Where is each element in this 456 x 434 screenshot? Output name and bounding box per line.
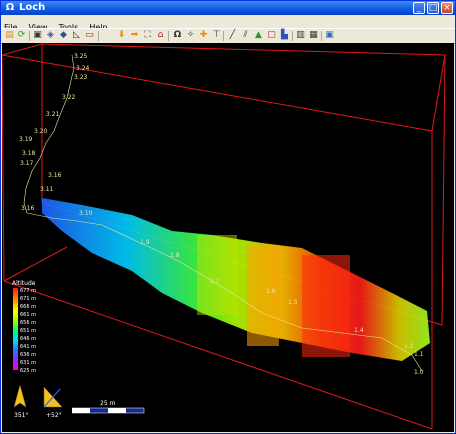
3d-viewport[interactable]: 3.25 3.24 3.23 3.22 3.21 3.20 3.19 3.18 … [2, 43, 454, 432]
legend-value: 631 m [20, 360, 37, 366]
legend-value: 646 m [20, 336, 37, 342]
legend-value: 671 m [20, 296, 37, 302]
star-icon[interactable]: ✧ [185, 30, 196, 41]
legend-title: Altitude [12, 280, 36, 287]
toolbar-separator [29, 31, 30, 41]
arrow-down-icon[interactable]: ⬇ [116, 30, 127, 41]
cave-render [2, 43, 446, 430]
scale-bar [72, 407, 145, 414]
station-label: 3.19 [19, 136, 33, 143]
legend-value: 656 m [20, 320, 37, 326]
legend-value: 636 m [20, 352, 37, 358]
toolbar-separator [168, 31, 169, 41]
home-icon[interactable]: ⌂ [155, 30, 166, 41]
minimize-icon[interactable]: _ [413, 2, 425, 14]
window-title: Loch [19, 2, 46, 13]
terrain-icon[interactable]: ▲ [253, 30, 264, 41]
info-icon[interactable]: ▦ [308, 30, 319, 41]
station-label: 3.25 [74, 53, 88, 60]
legend-value: 641 m [20, 344, 37, 350]
scale-label: 25 m [100, 400, 116, 407]
legend-value: 651 m [20, 328, 37, 334]
station-label: 3.11 [40, 186, 54, 193]
fullscreen-icon[interactable]: ⛶ [142, 30, 153, 41]
legend-value: 666 m [20, 304, 37, 310]
pencil-icon[interactable]: ╱ [227, 30, 238, 41]
station-label: 3.10 [79, 210, 93, 217]
station-label: 1.0 [414, 369, 424, 376]
toolbar-separator [223, 31, 224, 41]
altitude-color-bar [13, 288, 18, 370]
legend-value: 677 m [20, 288, 37, 294]
station-label: 3.24 [76, 65, 90, 72]
plus-icon[interactable]: ✚ [198, 30, 209, 41]
station-label: 1.8 [170, 252, 180, 259]
station-label: 3.22 [62, 94, 76, 101]
toolbar-separator [98, 31, 99, 41]
cube-icon[interactable]: ▢ [266, 30, 277, 41]
reload-icon[interactable]: ⟳ [16, 30, 27, 41]
open-icon[interactable]: ▤ [4, 30, 15, 41]
station-label: 1.1 [414, 351, 424, 358]
angle-icon[interactable]: ◺ [71, 30, 82, 41]
station-label: 3.16 [21, 205, 35, 212]
maximize-icon[interactable]: □ [427, 2, 439, 14]
tube-icon[interactable]: ⫽ [240, 30, 251, 41]
legend-value: 661 m [20, 312, 37, 318]
compass-heading: 351° [14, 412, 29, 419]
station-label: 3.21 [46, 111, 60, 118]
station-label: 1.6 [266, 288, 276, 295]
camera-icon[interactable]: ▭ [84, 30, 95, 41]
close-icon[interactable]: × [441, 2, 453, 14]
sign-icon[interactable]: ⊤ [211, 30, 222, 41]
omega-icon[interactable]: Ω [172, 30, 183, 41]
menu-bar: File View Tools Help [1, 15, 455, 32]
station-label: 3.23 [74, 74, 88, 81]
station-label: 1.4 [354, 327, 364, 334]
station-label: 1.7 [210, 278, 220, 285]
station-label: 3.20 [34, 128, 48, 135]
toolbar-separator [321, 31, 322, 41]
render-icon[interactable]: ◈ [45, 30, 56, 41]
legend-value: 625 m [20, 368, 37, 374]
survey-icon[interactable]: ◆ [58, 30, 69, 41]
station-label: 1.5 [288, 299, 298, 306]
arrow-right-icon[interactable]: ➡ [129, 30, 140, 41]
window-icon[interactable]: ▣ [324, 30, 335, 41]
station-label: 3.18 [22, 150, 36, 157]
station-label: 3.16 [48, 172, 62, 179]
compass-needle-icon [13, 384, 27, 408]
print-icon[interactable]: ▣ [32, 30, 43, 41]
toolbar: ▤ ⟳ ▣ ◈ ◆ ◺ ▭ ⬇ ➡ ⛶ ⌂ Ω ✧ ✚ ⊤ ╱ ⫽ ▲ ▢ ▙ … [1, 28, 455, 44]
station-label: 1.9 [140, 239, 150, 246]
main-window: Ω Loch _ □ × File View Tools Help ▤ ⟳ ▣ … [0, 0, 456, 434]
compass-graphics [13, 384, 63, 408]
omega-icon: Ω [5, 2, 15, 13]
station-label: 1.2 [404, 343, 414, 350]
compass-tilt: +52° [46, 412, 62, 419]
title-bar[interactable]: Ω Loch _ □ × [1, 1, 455, 15]
chart-icon[interactable]: ▙ [279, 30, 290, 41]
sidebar-icon[interactable]: ▥ [295, 30, 306, 41]
toolbar-separator [292, 31, 293, 41]
station-label: 3.17 [20, 160, 34, 167]
